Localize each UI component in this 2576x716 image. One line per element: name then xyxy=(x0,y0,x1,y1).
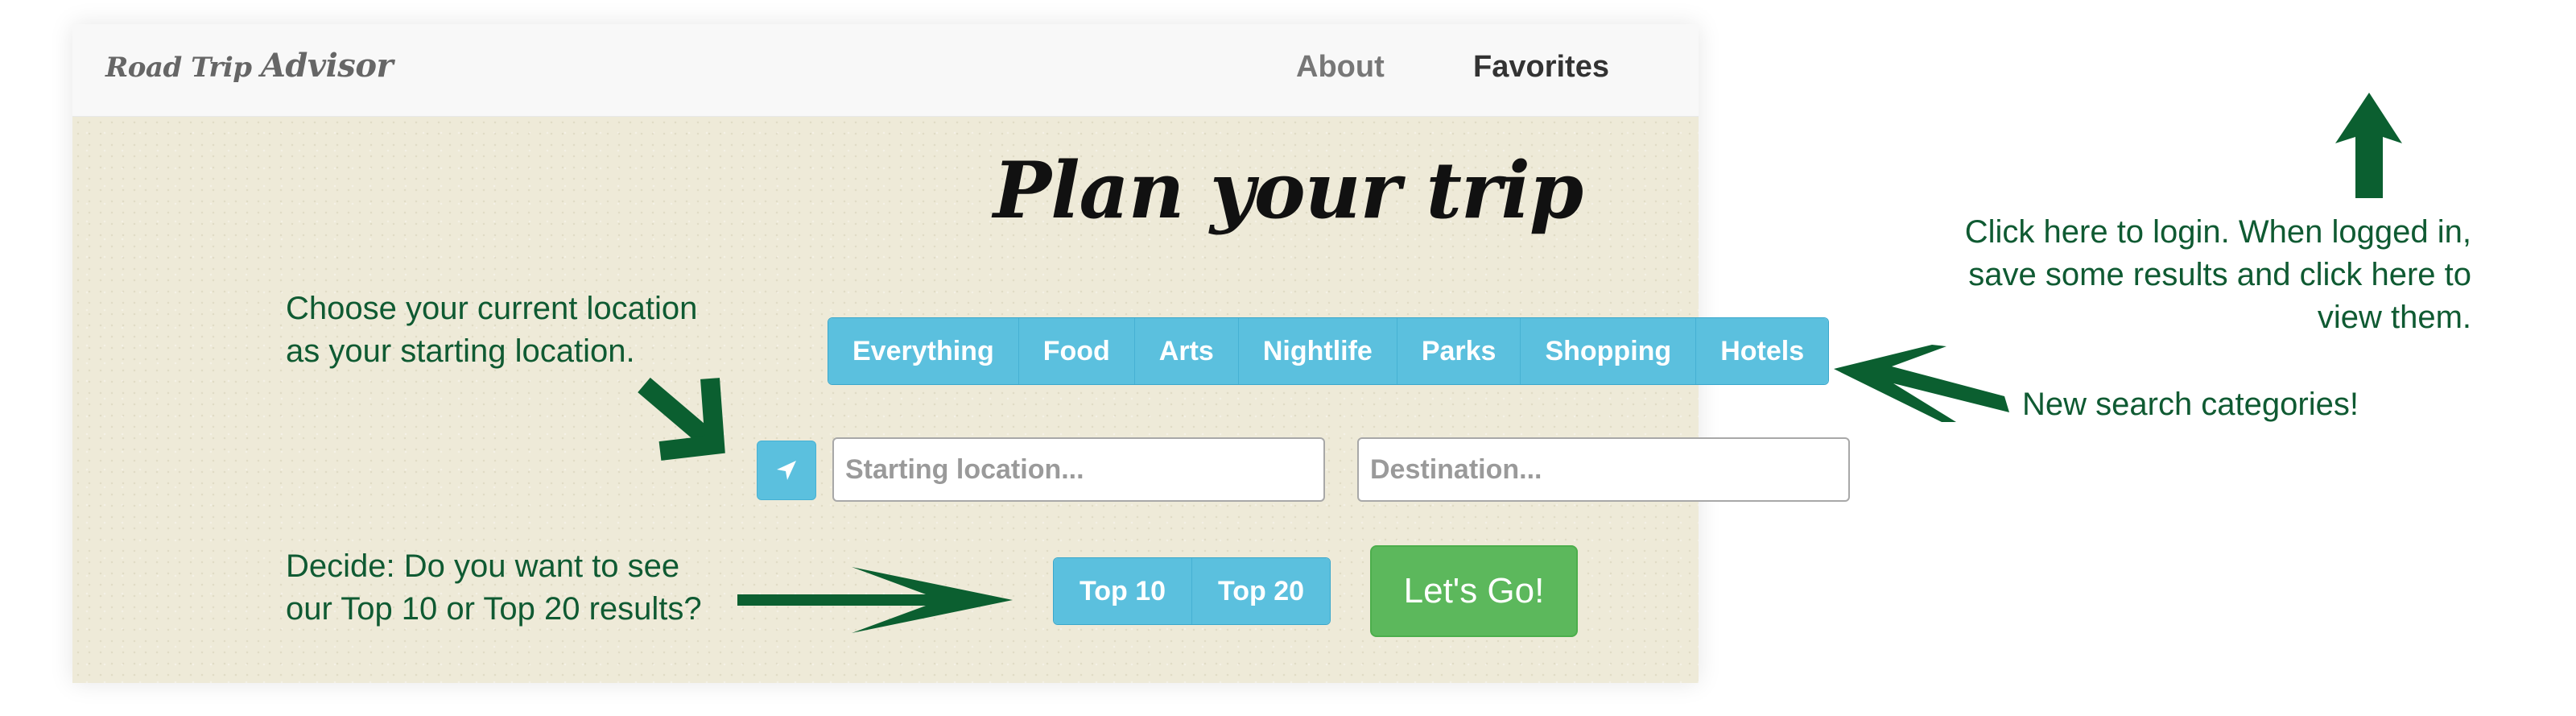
annotation-arrow-icon xyxy=(638,377,725,461)
annotation-arrow-icon xyxy=(2335,93,2402,198)
annotation-arrows xyxy=(638,93,2402,633)
annotation-arrow-icon xyxy=(1834,345,2009,422)
annotation-arrow-icon xyxy=(737,567,1013,633)
